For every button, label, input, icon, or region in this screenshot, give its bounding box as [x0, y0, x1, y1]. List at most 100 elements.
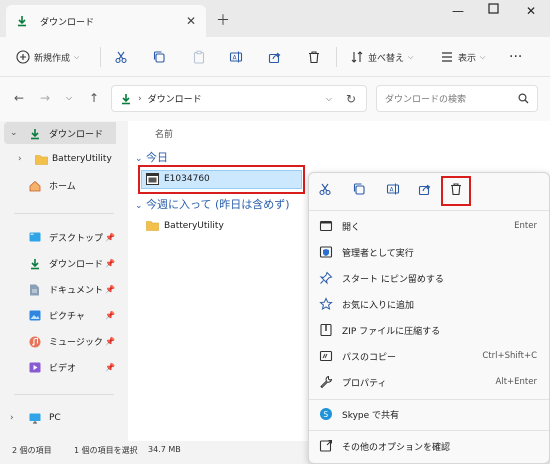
- column-header-name[interactable]: 名前: [155, 127, 173, 140]
- status-size: 34.7 MB: [148, 445, 181, 454]
- menu-item-label: ZIP ファイルに圧縮する: [342, 326, 441, 337]
- ctx-copy-button[interactable]: [352, 182, 370, 200]
- nav-item-music[interactable]: ミュージック 📌: [4, 330, 123, 352]
- minimize-button[interactable]: —: [452, 4, 464, 18]
- menu-item-copy-path[interactable]: パスのコピー Ctrl+Shift+C: [309, 344, 549, 368]
- toolbar-divider: [100, 47, 101, 67]
- share-button[interactable]: [268, 46, 282, 68]
- tab-downloads[interactable]: ダウンロード ✕: [6, 5, 206, 37]
- share-icon: [268, 52, 281, 64]
- new-button[interactable]: 新規作成 ⌵: [16, 46, 79, 68]
- copy-icon: [153, 51, 165, 63]
- breadcrumb[interactable]: ダウンロード: [148, 92, 202, 105]
- pin-icon[interactable]: 📌: [105, 363, 115, 372]
- menu-item-label: 開く: [342, 222, 361, 233]
- pin-icon[interactable]: 📌: [105, 337, 115, 346]
- search-box[interactable]: ダウンロードの検索: [376, 85, 538, 112]
- menu-item-add-favorite[interactable]: お気に入りに追加: [309, 292, 549, 316]
- view-button[interactable]: 表示 ⌵: [440, 46, 485, 68]
- maximize-button[interactable]: [488, 3, 499, 14]
- forward-button[interactable]: →: [40, 91, 50, 105]
- chevron-right-icon[interactable]: ›: [18, 154, 22, 164]
- svg-text:A: A: [390, 187, 395, 194]
- new-button-label: 新規作成: [34, 53, 71, 64]
- breadcrumb-chevron-icon: ›: [138, 93, 142, 104]
- nav-item-batteryutility[interactable]: › BatteryUtility: [4, 148, 123, 170]
- nav-item-videos[interactable]: ビデオ 📌: [4, 356, 123, 378]
- pin-icon[interactable]: 📌: [105, 285, 115, 294]
- sort-button[interactable]: 並べ替え ⌵: [350, 46, 413, 68]
- search-icon: [518, 93, 529, 104]
- menu-item-shortcut: Enter: [514, 221, 537, 231]
- close-tab-icon[interactable]: ✕: [186, 14, 196, 28]
- pin-icon[interactable]: 📌: [105, 259, 115, 268]
- chevron-down-icon[interactable]: ⌄: [10, 128, 18, 138]
- ctx-share-button[interactable]: [418, 182, 436, 200]
- highlight-box-delete: [441, 176, 471, 206]
- rename-icon: A: [386, 183, 400, 195]
- group-header-this-week[interactable]: ⌄ 今週に入って (昨日は含めず): [135, 196, 290, 212]
- context-menu-divider: [309, 430, 549, 431]
- paste-button[interactable]: [192, 46, 206, 68]
- menu-item-more-options[interactable]: その他のオプションを確認: [309, 434, 549, 458]
- sort-button-label: 並べ替え: [368, 53, 405, 64]
- ctx-cut-button[interactable]: [318, 182, 336, 200]
- menu-item-shortcut: Ctrl+Shift+C: [482, 351, 537, 361]
- up-button[interactable]: ↑: [89, 91, 99, 105]
- menu-item-label: 管理者として実行: [342, 248, 414, 259]
- address-bar[interactable]: › ダウンロード ⌵ ↻: [111, 85, 367, 112]
- nav-item-downloads[interactable]: ダウンロード 📌: [4, 252, 123, 274]
- nav-scrollbar[interactable]: [116, 121, 128, 441]
- download-icon: [120, 93, 132, 105]
- menu-item-open[interactable]: 開く Enter: [309, 214, 549, 238]
- nav-item-label: ミュージック: [49, 337, 103, 348]
- new-tab-button[interactable]: ＋: [216, 10, 230, 30]
- menu-item-label: プロパティ: [342, 378, 387, 389]
- view-list-icon: [442, 52, 452, 62]
- copy-icon: [353, 183, 365, 195]
- nav-item-pc[interactable]: › PC: [4, 407, 123, 429]
- title-bar: ダウンロード ✕ ＋ — ✕: [0, 0, 550, 37]
- rename-button[interactable]: A: [229, 46, 243, 68]
- back-button[interactable]: ←: [14, 91, 24, 105]
- navigation-pane: ⌄ ダウンロード › BatteryUtility ホーム デスクトップ 📌 ダ…: [0, 121, 127, 441]
- menu-item-pin-to-start[interactable]: スタート にピン留めする: [309, 266, 549, 290]
- group-header-today[interactable]: ⌄ 今日: [135, 149, 168, 165]
- context-menu-quick-actions: A: [309, 173, 549, 209]
- folder-icon: [146, 220, 159, 231]
- search-input[interactable]: ダウンロードの検索: [385, 92, 466, 105]
- address-dropdown-icon[interactable]: ⌵: [326, 94, 332, 104]
- pin-icon[interactable]: 📌: [105, 311, 115, 320]
- nav-item-pictures[interactable]: ピクチャ 📌: [4, 304, 123, 326]
- nav-item-downloads-current[interactable]: ⌄ ダウンロード: [4, 122, 123, 144]
- nav-item-desktop[interactable]: デスクトップ 📌: [4, 226, 123, 248]
- close-window-button[interactable]: ✕: [526, 4, 536, 18]
- menu-item-run-as-admin[interactable]: 管理者として実行: [309, 240, 549, 264]
- svg-text:S: S: [323, 410, 328, 419]
- nav-item-documents[interactable]: ドキュメント 📌: [4, 278, 123, 300]
- zip-icon: [319, 323, 333, 337]
- nav-item-home[interactable]: ホーム: [4, 174, 123, 196]
- delete-button[interactable]: [307, 46, 321, 68]
- nav-item-label: デスクトップ: [49, 233, 104, 244]
- menu-item-skype-share[interactable]: S Skype で共有: [309, 402, 549, 426]
- menu-item-properties[interactable]: プロパティ Alt+Enter: [309, 370, 549, 394]
- cut-button[interactable]: [114, 46, 128, 68]
- menu-item-compress-zip[interactable]: ZIP ファイルに圧縮する: [309, 318, 549, 342]
- folder-icon: [35, 154, 48, 165]
- desktop-icon: [29, 232, 41, 243]
- ctx-rename-button[interactable]: A: [386, 182, 404, 200]
- file-item-batteryutility[interactable]: BatteryUtility: [146, 220, 224, 231]
- command-bar: 新規作成 ⌵ A 並べ替え ⌵ 表示 ⌵ ···: [0, 37, 550, 77]
- copy-button[interactable]: [152, 46, 166, 68]
- recent-dropdown-button[interactable]: ⌵: [66, 93, 72, 103]
- copy-path-icon: [319, 349, 333, 363]
- pin-icon: [319, 271, 333, 285]
- star-icon: [319, 297, 333, 311]
- skype-icon: S: [319, 407, 333, 421]
- context-menu-divider: [309, 210, 549, 211]
- refresh-icon[interactable]: ↻: [346, 92, 356, 106]
- more-options-button[interactable]: ···: [509, 46, 522, 68]
- pin-icon[interactable]: 📌: [105, 233, 115, 242]
- chevron-right-icon[interactable]: ›: [10, 413, 14, 423]
